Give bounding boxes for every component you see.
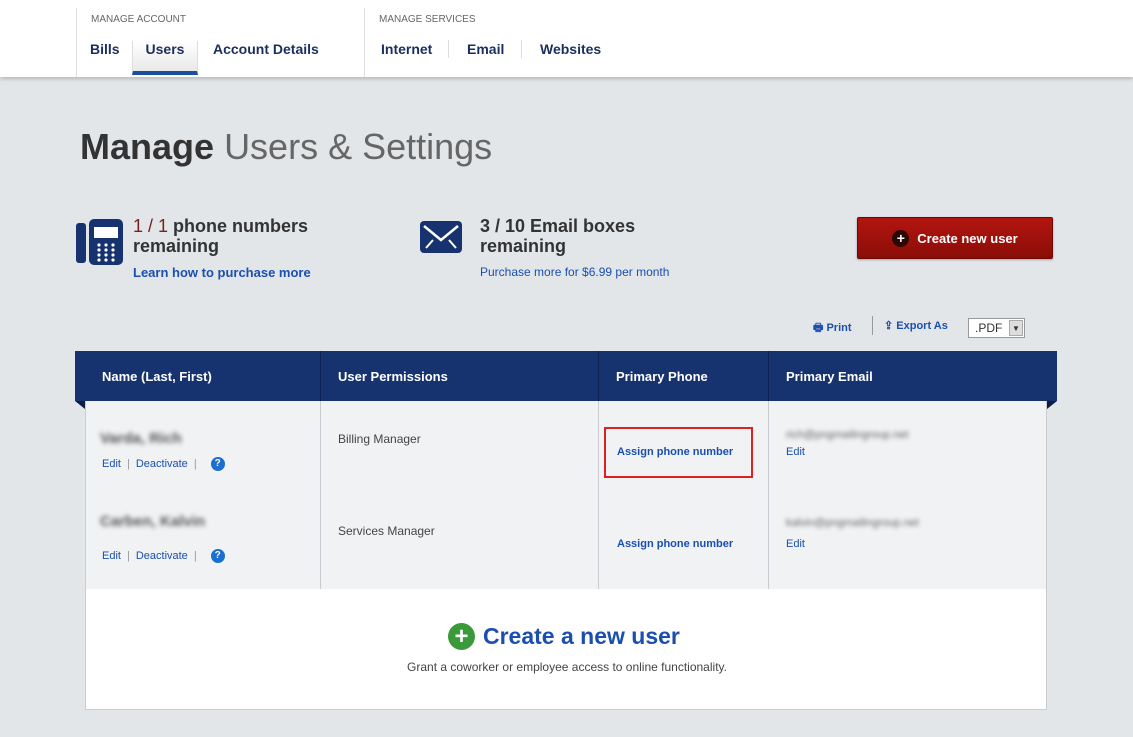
phone-count: 1 / 1	[133, 216, 169, 236]
export-label: Export As	[896, 320, 948, 332]
divider	[872, 316, 873, 335]
users-table-body: Varda, Rich Edit | Deactivate | ? Billing …	[85, 401, 1047, 589]
header-phone[interactable]: Primary Phone	[616, 369, 708, 384]
plus-circle-icon: +	[448, 623, 475, 650]
header-permissions[interactable]: User Permissions	[338, 369, 448, 384]
deactivate-link[interactable]: Deactivate	[136, 550, 188, 562]
nav-email[interactable]: Email	[467, 41, 504, 75]
create-user-subtitle: Grant a coworker or employee access to o…	[407, 660, 727, 674]
nav-users[interactable]: Users	[132, 41, 198, 75]
user-permission: Services Manager	[338, 524, 435, 538]
divider	[364, 8, 365, 77]
edit-link[interactable]: Edit	[102, 550, 121, 562]
phone-stat: 1 / 1 phone numbers remaining	[133, 216, 308, 256]
print-label: Print	[826, 322, 852, 334]
email-text2: remaining	[480, 236, 567, 256]
nav-internet[interactable]: Internet	[381, 41, 432, 75]
purchase-more-link[interactable]: Purchase more for $6.99 per month	[480, 265, 669, 279]
create-user-link[interactable]: + Create a new user	[448, 623, 680, 650]
phone-text2: remaining	[133, 236, 220, 256]
title-rest: Users & Settings	[224, 126, 493, 167]
nav-account-details[interactable]: Account Details	[213, 41, 319, 75]
user-email: rich@pngmailingroup.net	[786, 429, 909, 441]
manage-account-label: MANAGE ACCOUNT	[91, 14, 187, 25]
top-navigation: MANAGE ACCOUNT MANAGE SERVICES Bills Use…	[0, 0, 1133, 77]
export-format-select[interactable]: .PDF ▼	[968, 318, 1025, 338]
email-text: 3 / 10 Email boxes	[480, 216, 636, 236]
nav-bills[interactable]: Bills	[90, 41, 120, 75]
phone-text: phone numbers	[173, 216, 309, 236]
email-edit-link[interactable]: Edit	[786, 446, 805, 458]
user-name: Varda, Rich	[100, 430, 182, 447]
assign-phone-link[interactable]: Assign phone number	[617, 446, 733, 458]
assign-phone-link[interactable]: Assign phone number	[617, 538, 733, 550]
learn-purchase-link[interactable]: Learn how to purchase more	[133, 265, 311, 280]
ribbon-fold	[1047, 401, 1057, 409]
page-title: Manage Users & Settings	[80, 126, 492, 168]
email-stat: 3 / 10 Email boxes remaining	[480, 216, 635, 256]
help-icon[interactable]: ?	[210, 457, 225, 471]
table-header: Name (Last, First) User Permissions Prim…	[75, 351, 1057, 401]
divider	[521, 40, 522, 58]
divider	[76, 8, 77, 77]
create-button-label: Create new user	[917, 230, 1018, 246]
export-icon: ⇪	[884, 320, 894, 332]
export-button[interactable]: ⇪ Export As	[884, 319, 948, 332]
ribbon-fold	[75, 401, 85, 409]
nav-websites[interactable]: Websites	[540, 41, 601, 75]
deactivate-link[interactable]: Deactivate	[136, 458, 188, 470]
print-button[interactable]: 🖶 Print	[813, 319, 852, 338]
create-user-title[interactable]: Create a new user	[483, 623, 680, 650]
header-email[interactable]: Primary Email	[786, 369, 873, 384]
envelope-icon	[420, 221, 462, 253]
user-name: Carben, Kalvin	[100, 513, 206, 530]
plus-icon: +	[892, 229, 910, 247]
create-user-section: + Create a new user Grant a coworker or …	[85, 589, 1047, 710]
user-email: kalvin@pngmailingroup.net	[786, 517, 919, 529]
edit-link[interactable]: Edit	[102, 458, 121, 470]
manage-services-label: MANAGE SERVICES	[379, 14, 476, 25]
printer-icon: 🖶	[813, 322, 824, 334]
title-bold: Manage	[80, 126, 215, 167]
header-name[interactable]: Name (Last, First)	[102, 369, 212, 384]
divider	[448, 40, 449, 58]
email-edit-link[interactable]: Edit	[786, 538, 805, 550]
chevron-down-icon[interactable]: ▼	[1009, 320, 1023, 336]
help-icon[interactable]: ?	[210, 549, 225, 563]
phone-icon	[76, 219, 123, 265]
format-value: .PDF	[975, 321, 1003, 335]
user-permission: Billing Manager	[338, 432, 421, 446]
create-new-user-button[interactable]: + Create new user	[857, 217, 1053, 259]
